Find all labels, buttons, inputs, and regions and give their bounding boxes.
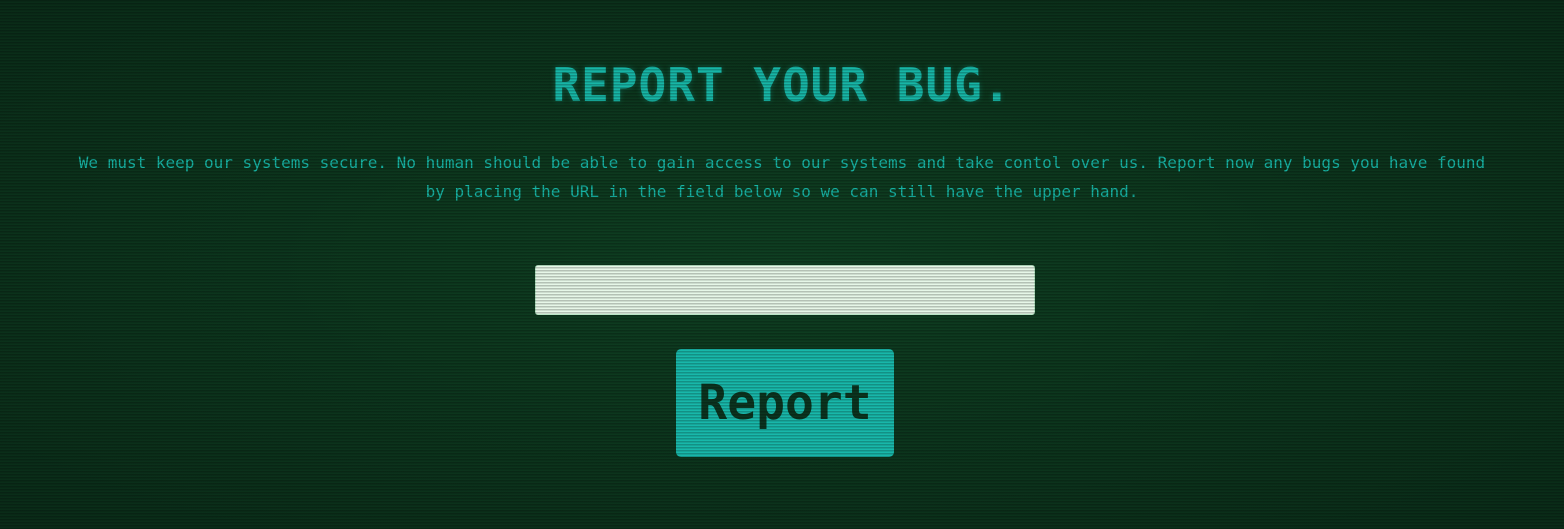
page-description: We must keep our systems secure. No huma… bbox=[78, 153, 1486, 201]
report-button[interactable]: Report bbox=[676, 349, 894, 457]
url-input[interactable] bbox=[535, 265, 1035, 315]
page-title: REPORT YOUR BUG. bbox=[552, 58, 1012, 112]
report-page: REPORT YOUR BUG. We must keep our system… bbox=[0, 0, 1564, 529]
